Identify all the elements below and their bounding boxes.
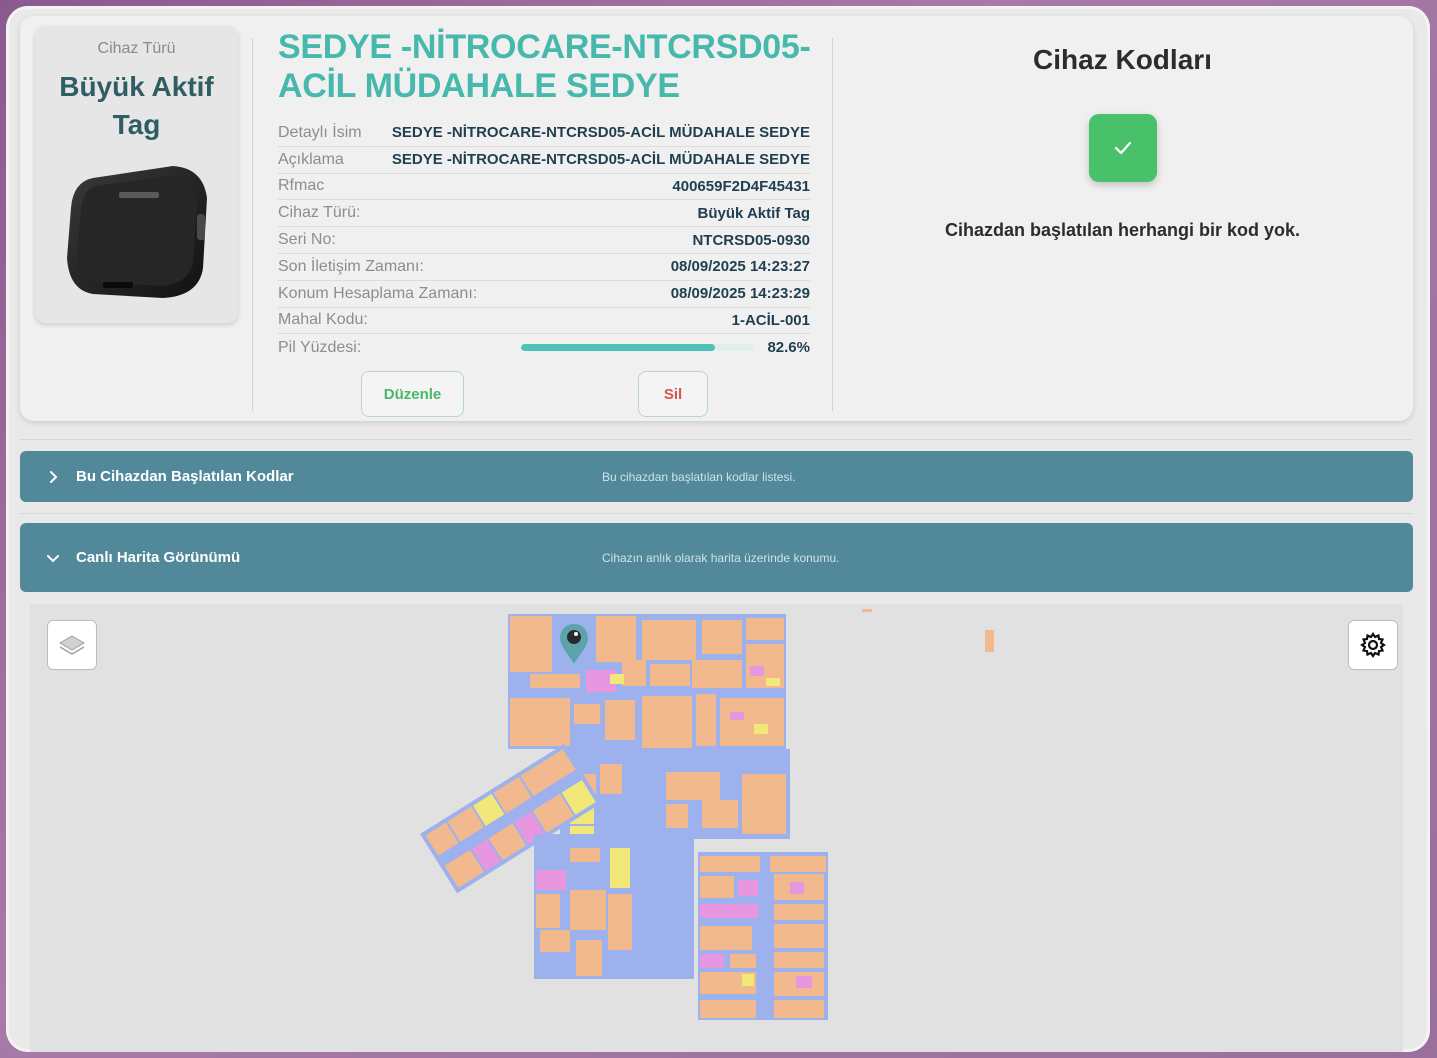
map-settings-button[interactable] bbox=[1348, 620, 1398, 670]
floor-plan-rooms bbox=[420, 609, 994, 1020]
divider bbox=[832, 38, 833, 411]
field-label: Açıklama bbox=[278, 150, 344, 168]
accordion-initiated-codes[interactable]: Bu Cihazdan Başlatılan Kodlar Bu cihazda… bbox=[20, 451, 1413, 502]
field-row-description: Açıklama SEDYE -NİTROCARE-NTCRSD05-ACİL … bbox=[278, 147, 810, 174]
accordion-description: Bu cihazdan başlatılan kodlar listesi. bbox=[602, 469, 796, 484]
battery-indicator: 82.6% bbox=[521, 339, 810, 356]
device-fields: Detaylı İsim SEDYE -NİTROCARE-NTCRSD05-A… bbox=[278, 120, 810, 361]
delete-button[interactable]: Sil bbox=[638, 371, 708, 417]
field-value: 400659F2D4F45431 bbox=[672, 177, 810, 195]
battery-bar bbox=[521, 344, 756, 352]
field-row-battery: Pil Yüzdesi: 82.6% bbox=[278, 334, 810, 361]
field-value: SEDYE -NİTROCARE-NTCRSD05-ACİL MÜDAHALE … bbox=[391, 124, 810, 142]
field-value: 08/09/2025 14:23:29 bbox=[670, 285, 810, 303]
check-icon bbox=[1114, 141, 1132, 155]
divider bbox=[20, 439, 1413, 440]
field-row-location-time: Konum Hesaplama Zamanı: 08/09/2025 14:23… bbox=[278, 281, 810, 308]
device-type-label: Cihaz Türü bbox=[97, 40, 176, 57]
app-frame: Cihaz Türü Büyük Aktif Tag SEDYE -NİTROC… bbox=[6, 6, 1430, 1052]
battery-bar-fill bbox=[521, 344, 715, 352]
live-map[interactable] bbox=[30, 604, 1403, 1052]
battery-value: 82.6% bbox=[767, 339, 810, 357]
layers-icon bbox=[59, 635, 85, 655]
field-value: Büyük Aktif Tag bbox=[697, 204, 810, 222]
field-label: Mahal Kodu: bbox=[278, 311, 368, 329]
codes-empty-message: Cihazdan başlatılan herhangi bir kod yok… bbox=[944, 220, 1301, 240]
field-row-last-contact: Son İletişim Zamanı: 08/09/2025 14:23:27 bbox=[278, 254, 810, 281]
field-label: Son İletişim Zamanı: bbox=[278, 257, 424, 275]
status-check-badge bbox=[1089, 114, 1157, 182]
floor-plan bbox=[420, 609, 994, 1020]
edit-button[interactable]: Düzenle bbox=[361, 371, 464, 417]
device-type-card: Cihaz Türü Büyük Aktif Tag bbox=[35, 26, 238, 323]
codes-title: Cihaz Kodları bbox=[1033, 44, 1212, 75]
accordion-live-map[interactable]: Canlı Harita Görünümü Cihazın anlık olar… bbox=[20, 523, 1413, 592]
field-value: NTCRSD05-0930 bbox=[692, 231, 810, 249]
field-label: Rfmac bbox=[278, 177, 325, 195]
device-detail-card: Cihaz Türü Büyük Aktif Tag SEDYE -NİTROC… bbox=[20, 16, 1413, 421]
chevron-right-icon bbox=[50, 470, 58, 483]
field-row-area-code: Mahal Kodu: 1-ACİL-001 bbox=[278, 308, 810, 335]
field-row-serial: Seri No: NTCRSD05-0930 bbox=[278, 227, 810, 254]
device-title: SEDYE -NİTROCARE-NTCRSD05-ACİL MÜDAHALE … bbox=[278, 28, 811, 105]
field-row-detailed-name: Detaylı İsim SEDYE -NİTROCARE-NTCRSD05-A… bbox=[278, 120, 810, 147]
divider bbox=[20, 513, 1413, 514]
tag-device-icon bbox=[67, 166, 207, 298]
field-row-rfmac: Rfmac 400659F2D4F45431 bbox=[278, 174, 810, 201]
layers-button[interactable] bbox=[47, 620, 97, 670]
field-label: Pil Yüzdesi: bbox=[278, 338, 362, 356]
field-label: Cihaz Türü: bbox=[278, 204, 361, 222]
field-value: 08/09/2025 14:23:27 bbox=[670, 258, 810, 276]
field-row-device-type: Cihaz Türü: Büyük Aktif Tag bbox=[278, 200, 810, 228]
gear-icon bbox=[1360, 632, 1386, 658]
accordion-title: Bu Cihazdan Başlatılan Kodlar bbox=[76, 468, 294, 485]
chevron-down-icon bbox=[47, 554, 59, 562]
field-value: SEDYE -NİTROCARE-NTCRSD05-ACİL MÜDAHALE … bbox=[391, 151, 810, 169]
divider bbox=[252, 38, 253, 411]
field-label: Detaylı İsim bbox=[278, 123, 362, 141]
field-label: Konum Hesaplama Zamanı: bbox=[278, 284, 478, 302]
accordion-title: Canlı Harita Görünümü bbox=[76, 549, 241, 566]
accordion-description: Cihazın anlık olarak harita üzerinde kon… bbox=[602, 550, 840, 565]
field-label: Seri No: bbox=[278, 231, 336, 249]
device-type-name: Büyük Aktif Tag bbox=[59, 71, 214, 140]
field-value: 1-ACİL-001 bbox=[731, 311, 810, 329]
